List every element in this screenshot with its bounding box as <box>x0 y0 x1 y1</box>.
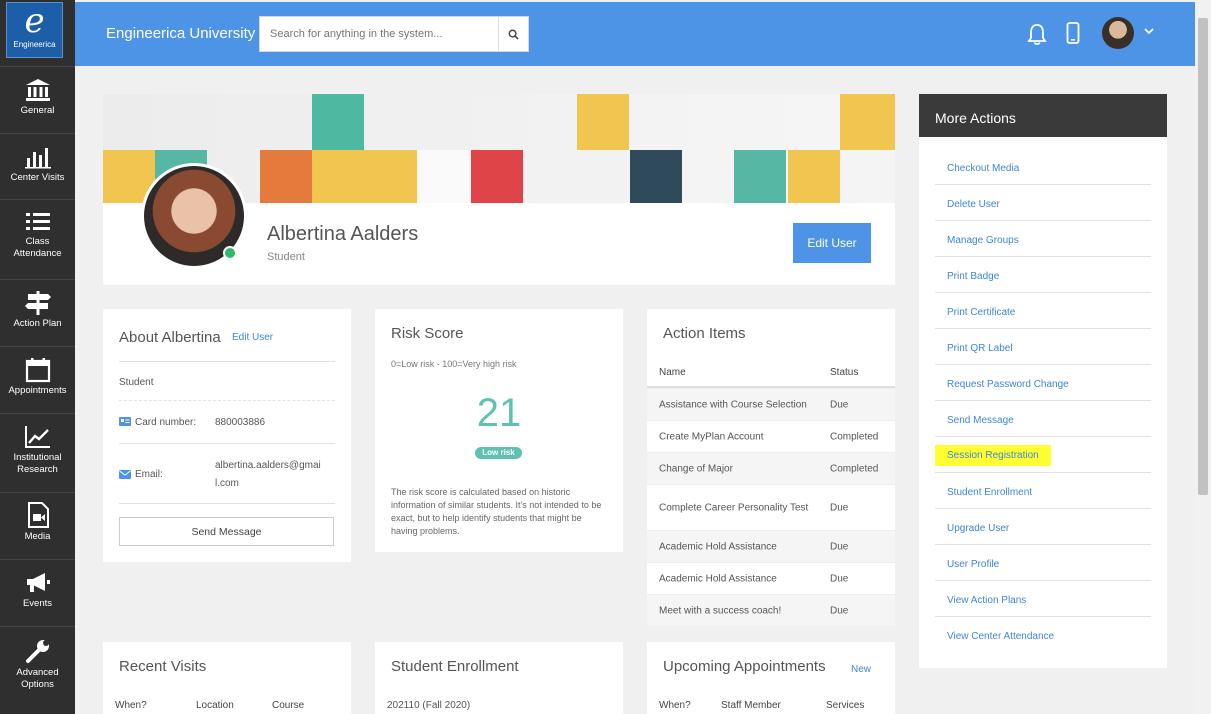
mobile-icon[interactable] <box>1066 22 1080 44</box>
risk-score-value: 21 <box>476 391 522 435</box>
risk-scale: 0=Low risk - 100=Very high risk <box>391 359 517 369</box>
table-row[interactable]: Assistance with Course Selection Due <box>647 388 895 420</box>
risk-score-card: Risk Score 0=Low risk - 100=Very high ri… <box>375 309 623 552</box>
more-action-student-enrollment[interactable]: Student Enrollment <box>935 473 1151 509</box>
about-edit-user-link[interactable]: Edit User <box>232 332 273 343</box>
risk-description: The risk score is calculated based on hi… <box>391 487 602 536</box>
megaphone-icon <box>26 573 50 592</box>
more-action-send-message[interactable]: Send Message <box>935 401 1151 437</box>
action-items-header: Name Status <box>647 358 895 388</box>
profile-card: Albertina Aalders Student Edit User <box>103 94 895 285</box>
card-number-value: 880003886 <box>215 417 266 428</box>
sidebar-item-appointments[interactable]: Appointments <box>0 346 75 412</box>
media-file-icon <box>27 502 49 528</box>
profile-role: Student <box>267 251 305 263</box>
new-appointment-link[interactable]: New <box>851 664 871 675</box>
more-action-delete-user[interactable]: Delete User <box>935 185 1151 221</box>
list-icon <box>25 213 50 230</box>
online-status-indicator <box>223 246 237 260</box>
action-items-title: Action Items <box>663 325 746 342</box>
more-action-checkout-media[interactable]: Checkout Media <box>935 149 1151 185</box>
profile-name: Albertina Aalders <box>267 223 419 245</box>
search-input[interactable] <box>260 17 498 51</box>
scrollbar-thumb[interactable] <box>1198 18 1208 495</box>
table-row[interactable]: Academic Hold Assistance Due <box>647 562 895 594</box>
risk-title: Risk Score <box>391 325 464 342</box>
table-row[interactable]: Change of Major Completed <box>647 452 895 484</box>
more-action-manage-groups[interactable]: Manage Groups <box>935 221 1151 257</box>
recent-visits-card: Recent Visits When? Location Course <box>103 642 351 714</box>
more-action-view-center-attendance[interactable]: View Center Attendance <box>935 617 1151 653</box>
action-items-card: Action Items Name Status Assistance with… <box>647 309 895 626</box>
sidebar-item-class-attendance[interactable]: Class Attendance <box>0 199 75 265</box>
about-title: About Albertina <box>119 329 221 346</box>
brand-title: Engineerica University <box>106 25 256 42</box>
sidebar-item-center-visits[interactable]: Center Visits <box>0 133 75 199</box>
line-chart-icon <box>24 426 50 448</box>
about-card: About Albertina Edit User Student Card n… <box>103 309 351 562</box>
more-action-request-password-change[interactable]: Request Password Change <box>935 365 1151 401</box>
sidebar: e Engineerica General Center Visits Clas… <box>0 0 75 714</box>
sidebar-item-events[interactable]: Events <box>0 559 75 625</box>
engineerica-logo[interactable]: e Engineerica <box>6 2 63 58</box>
sidebar-item-institutional-research[interactable]: Institutional Research <box>0 413 75 479</box>
sidebar-item-advanced-options[interactable]: Advanced Options <box>0 626 75 714</box>
id-card-icon <box>119 417 131 426</box>
search-icon <box>508 29 519 40</box>
col-location: Location <box>196 700 234 711</box>
signpost-icon <box>24 291 51 315</box>
more-action-view-action-plans[interactable]: View Action Plans <box>935 581 1151 617</box>
sidebar-item-media[interactable]: Media <box>0 492 75 558</box>
upcoming-appointments-title: Upcoming Appointments <box>663 658 826 675</box>
email-value-line1[interactable]: albertina.aalders@gmai <box>215 460 321 471</box>
upcoming-appointments-card: Upcoming Appointments New When? Staff Me… <box>647 642 895 714</box>
sidebar-item-general[interactable]: General <box>0 66 75 132</box>
calendar-icon <box>25 358 50 383</box>
edit-user-button[interactable]: Edit User <box>793 223 871 263</box>
enrollment-term: 202110 (Fall 2020) <box>387 700 471 711</box>
user-avatar[interactable] <box>1102 17 1134 49</box>
col-when: When? <box>115 700 147 711</box>
student-enrollment-title: Student Enrollment <box>391 658 519 675</box>
table-row[interactable]: Create MyPlan Account Completed <box>647 420 895 452</box>
col-services: Services <box>826 700 865 711</box>
scrollbar[interactable] <box>1195 0 1211 714</box>
sidebar-item-action-plan[interactable]: Action Plan <box>0 279 75 345</box>
about-role: Student <box>119 377 154 388</box>
chevron-down-icon[interactable] <box>1143 26 1155 36</box>
more-action-upgrade-user[interactable]: Upgrade User <box>935 509 1151 545</box>
col-course: Course <box>272 700 305 711</box>
top-bar: Engineerica University <box>75 2 1195 66</box>
col-status: Status <box>830 367 859 378</box>
more-actions-title: More Actions <box>919 94 1167 137</box>
table-row[interactable]: Academic Hold Assistance Due <box>647 530 895 562</box>
more-action-user-profile[interactable]: User Profile <box>935 545 1151 581</box>
more-action-print-certificate[interactable]: Print Certificate <box>935 293 1151 329</box>
send-message-button[interactable]: Send Message <box>119 517 334 546</box>
student-enrollment-card: Student Enrollment 202110 (Fall 2020) <box>375 642 623 714</box>
email-value-line2[interactable]: l.com <box>215 478 239 489</box>
more-action-print-badge[interactable]: Print Badge <box>935 257 1151 293</box>
email-label: Email: <box>135 469 163 480</box>
bar-chart-icon <box>24 148 51 169</box>
bell-icon[interactable] <box>1026 22 1048 46</box>
recent-visits-title: Recent Visits <box>119 658 207 675</box>
col-when: When? <box>659 700 691 711</box>
more-actions-panel: More Actions Checkout Media Delete User … <box>919 94 1167 668</box>
table-row[interactable]: Complete Career Personality Test Due <box>647 484 895 530</box>
more-action-print-qr-label[interactable]: Print QR Label <box>935 329 1151 365</box>
risk-level-badge: Low risk <box>475 447 522 459</box>
search-button[interactable] <box>498 17 528 51</box>
more-action-session-registration[interactable]: Session Registration <box>935 437 1151 473</box>
wrench-icon <box>25 640 49 663</box>
search-box <box>259 16 529 52</box>
email-icon <box>119 470 131 479</box>
col-name: Name <box>659 367 686 378</box>
bank-icon <box>25 79 50 101</box>
card-number-label: Card number: <box>135 417 197 428</box>
col-staff-member: Staff Member <box>721 700 781 711</box>
table-row[interactable]: Meet with a success coach! Due <box>647 594 895 626</box>
